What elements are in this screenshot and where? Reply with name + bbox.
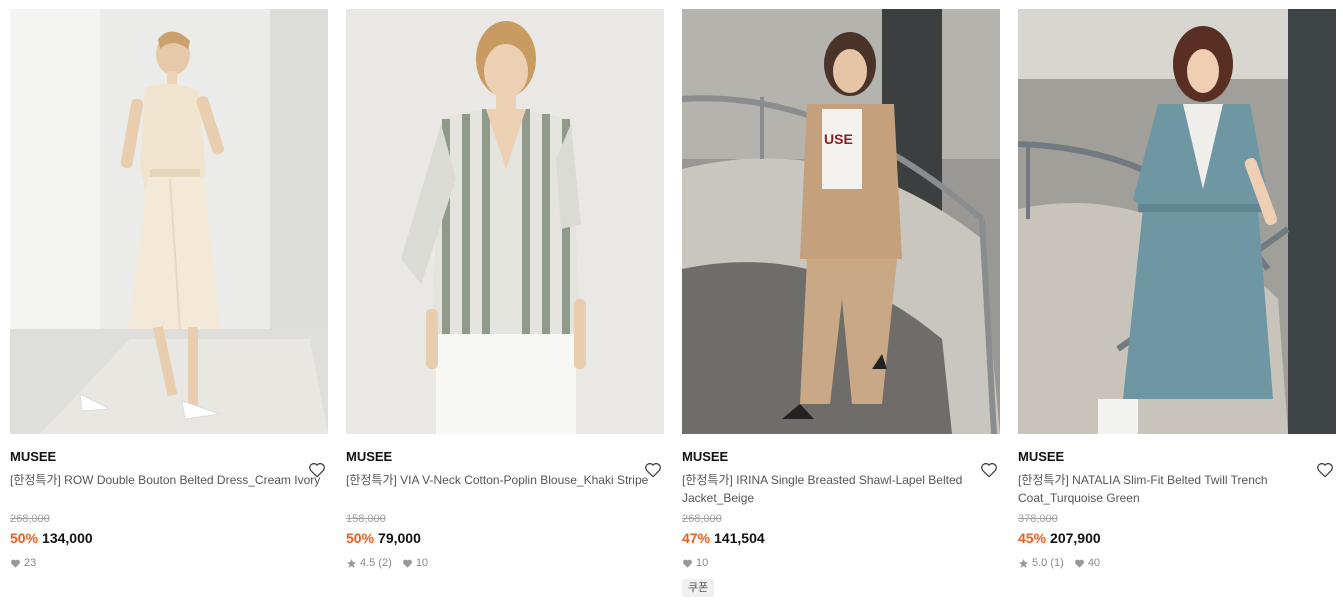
like-count-value: 40 xyxy=(1087,557,1101,569)
price-row: 45% 207,900 xyxy=(1018,529,1336,547)
product-card[interactable]: MUSEE [한정특가] ROW Double Bouton Belted Dr… xyxy=(10,9,328,570)
sale-price: 207,900 xyxy=(1050,530,1101,546)
like-count-value: 10 xyxy=(415,557,429,569)
heart-icon xyxy=(1074,559,1084,568)
product-title[interactable]: [한정특가] VIA V-Neck Cotton-Poplin Blouse_K… xyxy=(346,471,664,507)
product-image[interactable] xyxy=(1018,9,1336,434)
product-title[interactable]: [한정특가] NATALIA Slim-Fit Belted Twill Tre… xyxy=(1018,471,1336,507)
price-row: 50% 134,000 xyxy=(10,529,328,547)
discount-rate: 50% xyxy=(10,530,39,546)
product-brand[interactable]: MUSEE xyxy=(10,449,328,465)
original-price: 268,000 xyxy=(10,513,50,525)
like-count-value: 10 xyxy=(696,557,709,569)
product-title[interactable]: [한정특가] IRINA Single Breasted Shawl-Lapel… xyxy=(682,471,1000,507)
coupon-badge: 쿠폰 xyxy=(682,579,715,597)
rating-value: 5.0 xyxy=(1032,557,1048,569)
product-grid: MUSEE [한정특가] ROW Double Bouton Belted Dr… xyxy=(0,0,1343,606)
wishlist-heart-icon[interactable] xyxy=(644,461,662,479)
wishlist-heart-icon[interactable] xyxy=(308,461,326,479)
star-icon xyxy=(1018,558,1029,568)
sale-price: 79,000 xyxy=(378,530,421,546)
original-price: 268,000 xyxy=(682,513,722,525)
discount-rate: 50% xyxy=(346,530,375,546)
rating: 5.0 (1) xyxy=(1018,556,1064,570)
product-meta: 4.5 (2) 10 xyxy=(346,556,664,570)
product-meta: 10 xyxy=(682,556,1000,570)
like-count: 23 xyxy=(10,556,36,570)
rating-count: (2) xyxy=(378,557,392,569)
wishlist-heart-icon[interactable] xyxy=(980,461,998,479)
product-brand[interactable]: MUSEE xyxy=(346,449,664,465)
product-image[interactable] xyxy=(346,9,664,434)
product-meta: 5.0 (1) 40 xyxy=(1018,556,1336,570)
original-price: 158,000 xyxy=(346,513,386,525)
heart-icon xyxy=(683,559,692,568)
svg-text:USE: USE xyxy=(824,131,853,147)
like-count: 40 xyxy=(1074,556,1100,570)
price-row: 50% 79,000 xyxy=(346,529,664,547)
original-price: 378,000 xyxy=(1018,513,1058,525)
product-brand[interactable]: MUSEE xyxy=(1018,449,1336,465)
sale-price: 134,000 xyxy=(42,530,93,546)
heart-icon xyxy=(402,559,412,568)
product-meta: 23 xyxy=(10,556,328,570)
star-icon xyxy=(346,558,357,568)
discount-rate: 47% xyxy=(682,530,711,546)
price-row: 47% 141,504 xyxy=(682,529,1000,547)
product-card[interactable]: MUSEE [한정특가] NATALIA Slim-Fit Belted Twi… xyxy=(1018,9,1336,570)
rating-count: (1) xyxy=(1050,557,1064,569)
like-count: 10 xyxy=(402,556,428,570)
product-title[interactable]: [한정특가] ROW Double Bouton Belted Dress_Cr… xyxy=(10,471,328,507)
rating-value: 4.5 xyxy=(360,557,376,569)
like-count: 10 xyxy=(682,556,708,570)
rating: 4.5 (2) xyxy=(346,556,392,570)
product-image[interactable] xyxy=(10,9,328,434)
product-card[interactable]: USE MUSEE [한정특가] IRINA Single Breasted S… xyxy=(682,9,1000,597)
product-image[interactable]: USE xyxy=(682,9,1000,434)
discount-rate: 45% xyxy=(1018,530,1047,546)
product-card[interactable]: MUSEE [한정특가] VIA V-Neck Cotton-Poplin Bl… xyxy=(346,9,664,570)
heart-icon xyxy=(11,559,20,568)
wishlist-heart-icon[interactable] xyxy=(1316,461,1334,479)
sale-price: 141,504 xyxy=(714,530,765,546)
like-count-value: 23 xyxy=(24,557,37,569)
product-brand[interactable]: MUSEE xyxy=(682,449,1000,465)
